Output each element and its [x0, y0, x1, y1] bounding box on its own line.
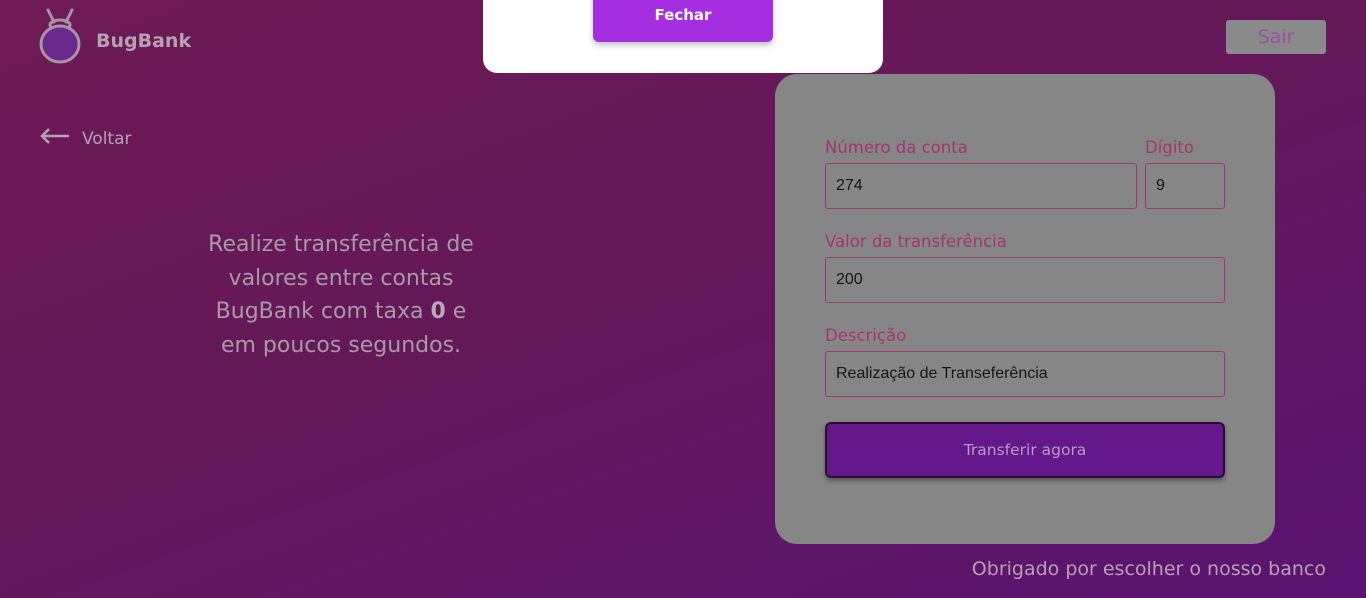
- bug-icon: [38, 8, 82, 64]
- footer-thanks: Obrigado por escolher o nosso banco: [971, 558, 1326, 580]
- account-number-input[interactable]: 274: [825, 163, 1137, 209]
- description-label: Descrição: [825, 326, 907, 345]
- logout-button[interactable]: Sair: [1226, 20, 1326, 54]
- logo[interactable]: [38, 8, 82, 64]
- transfer-card: Número da conta Dígito 274 9 Valor da tr…: [775, 74, 1275, 544]
- back-link[interactable]: Voltar: [40, 128, 132, 149]
- digit-label: Dígito: [1145, 138, 1194, 157]
- promo-highlight: 0: [430, 299, 446, 324]
- promo-text: Realize transferência de valores entre c…: [196, 228, 486, 362]
- account-number-label: Número da conta: [825, 138, 968, 157]
- transfer-amount-input[interactable]: 200: [825, 257, 1225, 303]
- digit-input[interactable]: 9: [1145, 163, 1225, 209]
- brand-name: BugBank: [96, 30, 192, 52]
- transfer-now-button[interactable]: Transferir agora: [825, 422, 1225, 478]
- transfer-amount-label: Valor da transferência: [825, 232, 1007, 251]
- close-modal-button[interactable]: Fechar: [593, 0, 773, 42]
- arrow-left-icon: [40, 128, 70, 149]
- back-label: Voltar: [82, 128, 132, 149]
- modal-dialog: Fechar: [483, 0, 883, 73]
- description-input[interactable]: Realização de Transeferência: [825, 351, 1225, 397]
